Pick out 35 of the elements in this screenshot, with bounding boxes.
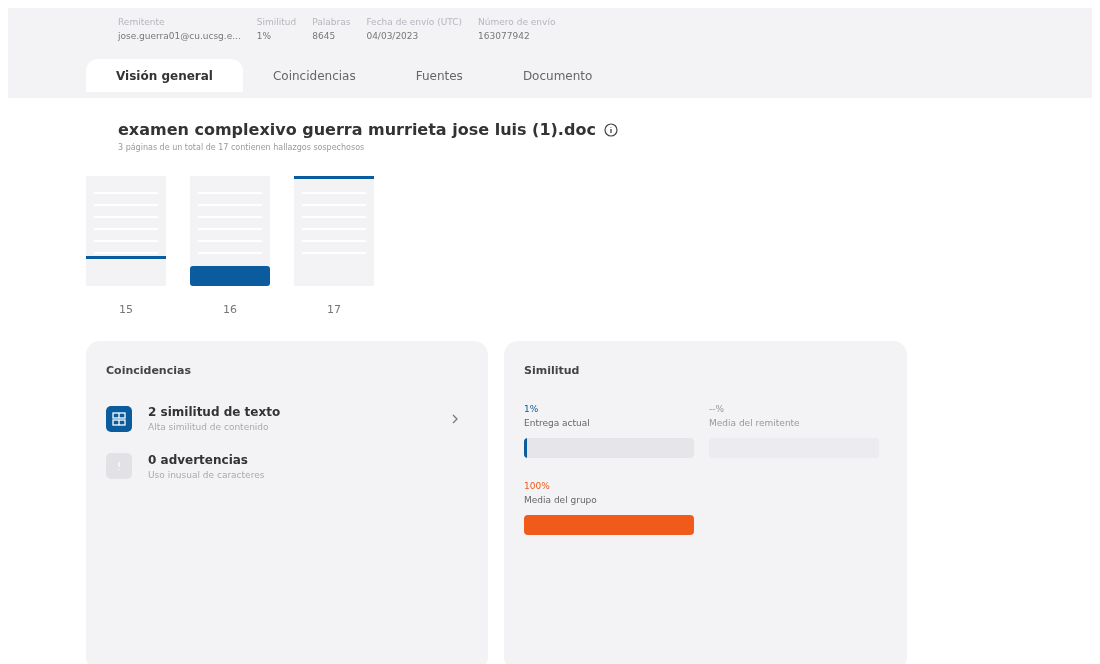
info-icon[interactable] [603,123,618,137]
page-thumbnail[interactable] [190,176,270,286]
card-title: Coincidencias [106,362,192,379]
page-number: 17 [326,302,342,318]
field-value: jose.guerra01@cu.ucsg.e... [118,29,241,43]
match-subtitle: Alta similitud de contenido [148,421,270,434]
document-subtitle: 3 páginas de un total de 17 contienen hallazgos sospechosos [118,142,366,154]
chevron-right-icon[interactable] [452,413,458,424]
similarity-label: Entrega actual [524,416,591,430]
similarity-reading: --% [709,403,726,416]
field-label: Palabras [312,16,351,29]
match-subtitle: Uso inusual de caracteres [148,468,266,482]
page-thumbnail[interactable] [86,176,166,286]
card-title: Similitud [524,362,581,379]
tab[interactable]: Coincidencias [242,59,386,92]
document-title: examen complexivo guerra murrieta jose luis (1).doc [118,119,596,141]
similarity-label: Media del remitente [709,416,801,430]
similarity-label: Media del grupo [524,493,598,507]
similarity-reading: 1% [524,403,540,416]
match-title: 0 advertencias [148,451,249,469]
field-label: Similitud [256,16,297,29]
page-thumbnail[interactable] [294,176,374,286]
field-value: 8645 [312,29,337,43]
tab[interactable]: Visión general [86,59,243,92]
tab[interactable]: Documento [492,59,623,92]
field-value: 1% [256,29,273,43]
page-number: 16 [222,302,238,318]
field-label: Número de envío [478,16,556,29]
field-value: 04/03/2023 [366,29,420,43]
similarity-reading: 100% [524,480,551,493]
field-value: 163077942 [478,29,531,43]
match-title: 2 similitud de texto [148,404,282,421]
page-number: 15 [118,302,134,318]
tab[interactable]: Fuentes [385,59,493,92]
field-label: Remitente [118,16,166,29]
